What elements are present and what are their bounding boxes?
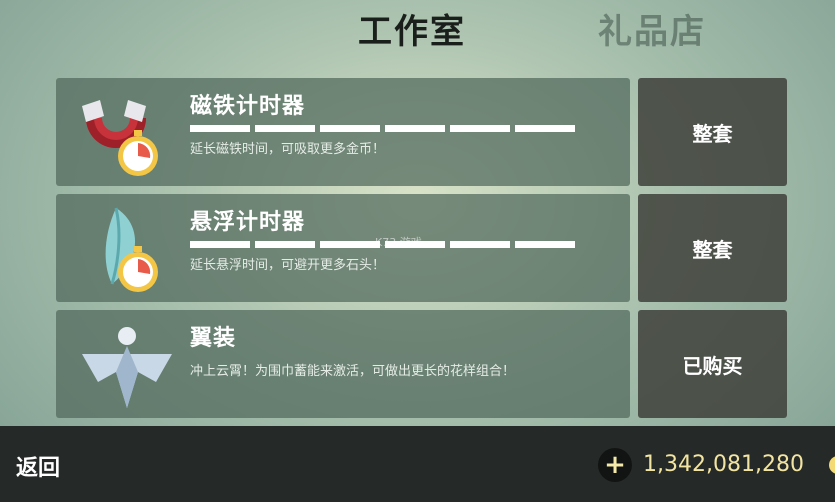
tab-gift-shop[interactable]: 礼品店 — [598, 4, 706, 53]
progress-segment — [320, 125, 380, 132]
upgrade-row-wingsuit: 翼装 冲上云霄！为围巾蓄能来激活，可做出更长的花样组合！ — [56, 310, 630, 418]
progress-segment — [385, 125, 445, 132]
row-description: 延长悬浮时间，可避开更多石头！ — [190, 258, 386, 273]
progress-segment — [450, 125, 510, 132]
row-title: 悬浮计时器 — [190, 210, 306, 235]
back-button[interactable]: 返回 — [16, 450, 60, 482]
progress-bar — [190, 125, 575, 132]
wingsuit-icon — [72, 320, 182, 410]
magnet-timer-icon — [72, 88, 182, 178]
progress-segment — [450, 241, 510, 248]
progress-segment — [515, 241, 575, 248]
bottom-bar: 返回 + 1,342,081,280 — [0, 426, 835, 502]
row-description: 冲上云霄！为围巾蓄能来激活，可做出更长的花样组合！ — [190, 364, 516, 379]
progress-segment — [515, 125, 575, 132]
row-description: 延长磁铁时间，可吸取更多金币！ — [190, 142, 386, 157]
progress-segment — [190, 125, 250, 132]
progress-segment — [190, 241, 250, 248]
upgrade-row-hover-timer: 悬浮计时器 延长悬浮时间，可避开更多石头！ — [56, 194, 630, 302]
coin-balance: 1,342,081,280 — [643, 452, 804, 477]
progress-segment — [255, 241, 315, 248]
progress-segment — [320, 241, 380, 248]
tab-workshop[interactable]: 工作室 — [358, 4, 466, 53]
wingsuit-purchased-button[interactable]: 已购买 — [638, 310, 787, 418]
coin-icon — [829, 456, 835, 474]
progress-segment — [255, 125, 315, 132]
upgrade-row-magnet-timer: 磁铁计时器 延长磁铁时间，可吸取更多金币！ — [56, 78, 630, 186]
tab-bar: 工作室 礼品店 — [0, 0, 835, 58]
row-title: 磁铁计时器 — [190, 94, 306, 119]
feather-timer-icon — [72, 204, 182, 294]
row-title: 翼装 — [190, 326, 237, 351]
add-coins-button[interactable]: + — [598, 448, 632, 482]
buy-hover-timer-button[interactable]: 整套 — [638, 194, 787, 302]
buy-magnet-timer-button[interactable]: 整套 — [638, 78, 787, 186]
watermark: K73 游戏 — [375, 236, 422, 249]
